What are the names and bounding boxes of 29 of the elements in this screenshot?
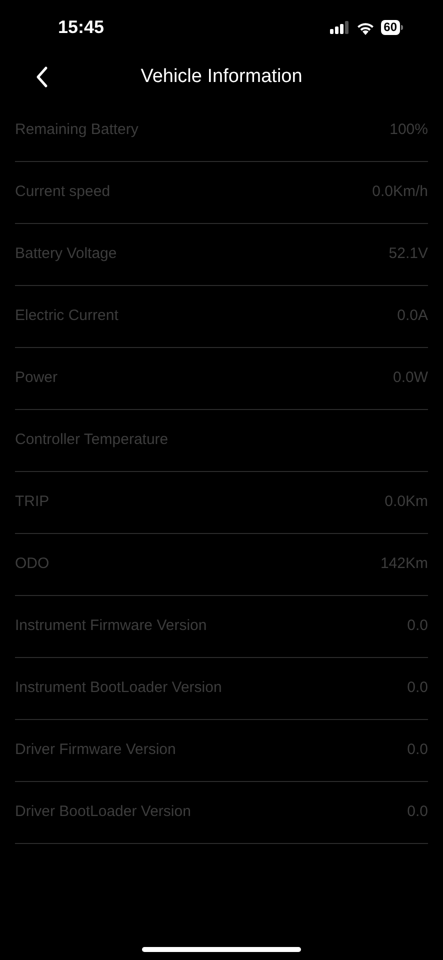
- row-label: Controller Temperature: [15, 430, 168, 450]
- row-label: Battery Voltage: [15, 244, 117, 264]
- row-label: Remaining Battery: [15, 120, 138, 140]
- row-label: Driver Firmware Version: [15, 740, 176, 760]
- battery-indicator: 60: [380, 20, 403, 35]
- row-value: 0.0: [407, 740, 428, 760]
- wifi-icon: [356, 20, 375, 34]
- status-time: 15:45: [58, 16, 104, 39]
- row-value: 100%: [390, 120, 428, 140]
- row-value: 52.1V: [388, 244, 428, 264]
- signal-icon: [330, 21, 350, 34]
- back-chevron-icon: [35, 66, 49, 88]
- page-title: Vehicle Information: [140, 65, 302, 90]
- row-label: TRIP: [15, 492, 50, 512]
- row-value: 0.0: [407, 802, 428, 822]
- row-label: Power: [15, 368, 58, 388]
- row-value: 0.0Km: [384, 492, 428, 512]
- row-value: 0.0: [407, 616, 428, 636]
- row-label: Electric Current: [15, 306, 118, 326]
- row-label: Instrument BootLoader Version: [15, 678, 222, 698]
- row-label: Driver BootLoader Version: [15, 802, 191, 822]
- row-label: Instrument Firmware Version: [15, 616, 207, 636]
- row-value: 0.0Km/h: [372, 182, 428, 202]
- row-label: ODO: [15, 554, 50, 574]
- row-value: 0.0A: [397, 306, 428, 326]
- row-value: 0.0W: [392, 368, 428, 388]
- row-value: 0.0: [407, 678, 428, 698]
- row-label: Current speed: [15, 182, 110, 202]
- row-value: 142Km: [380, 554, 428, 574]
